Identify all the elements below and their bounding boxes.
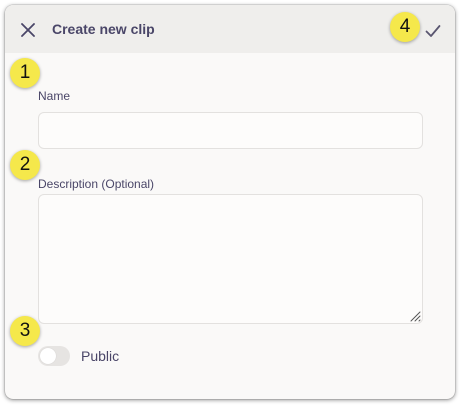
callout-badge-2: 2 <box>10 150 40 180</box>
callout-badge-1: 1 <box>10 58 40 88</box>
dialog-title: Create new clip <box>52 21 155 37</box>
name-label: Name <box>38 89 71 103</box>
public-label: Public <box>81 348 120 364</box>
create-clip-dialog: Create new clip Name Description (Option… <box>5 5 455 399</box>
checkmark-icon <box>425 25 441 37</box>
callout-badge-3: 3 <box>10 316 40 346</box>
close-icon <box>21 23 35 37</box>
resize-grip-icon[interactable] <box>409 310 421 322</box>
name-input[interactable] <box>38 112 423 149</box>
confirm-button[interactable] <box>422 20 444 42</box>
description-label: Description (Optional) <box>38 177 155 191</box>
toggle-knob <box>40 348 56 364</box>
description-textarea[interactable] <box>38 194 423 324</box>
dialog-header: Create new clip <box>5 5 455 53</box>
close-button[interactable] <box>17 19 39 41</box>
public-toggle[interactable] <box>38 346 70 366</box>
callout-badge-4: 4 <box>390 12 420 42</box>
